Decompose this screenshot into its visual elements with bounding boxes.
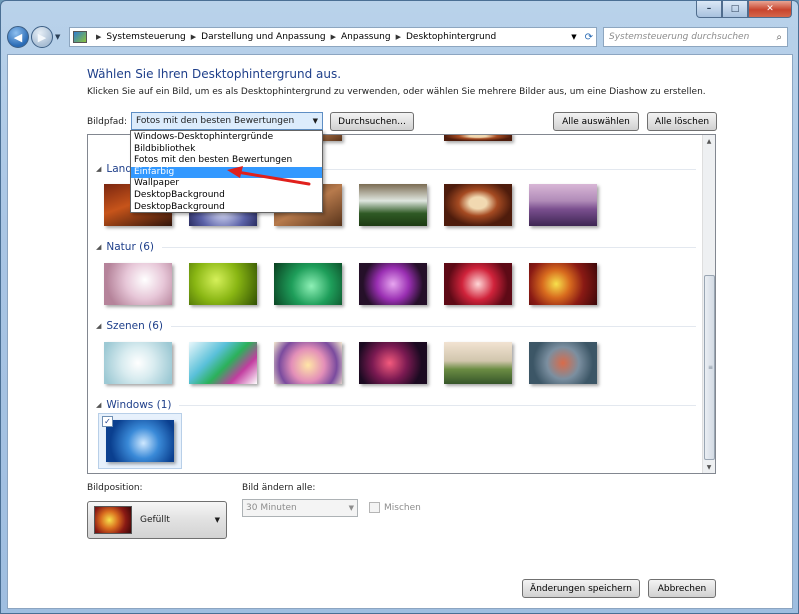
- group-title: Windows (1): [106, 399, 172, 411]
- wallpaper-thumbnail[interactable]: [104, 342, 172, 384]
- group-divider: [171, 325, 696, 327]
- wallpaper-thumbnail[interactable]: [444, 135, 512, 141]
- picture-position-value: Gefüllt: [140, 515, 170, 525]
- grip-icon: ≡: [708, 364, 714, 371]
- chevron-right-icon[interactable]: ▶: [191, 33, 196, 41]
- window-frame: – □ ✕ ◀ ▶ ▼ ▶ Systemsteuerung ▶ Darstell…: [0, 0, 799, 614]
- wallpaper-thumbnail[interactable]: [444, 342, 512, 384]
- group-szenen[interactable]: ◢ Szenen (6): [96, 320, 696, 332]
- change-interval-value: 30 Minuten: [246, 503, 297, 513]
- group-divider: [179, 404, 696, 406]
- search-input[interactable]: Systemsteuerung durchsuchen: [609, 32, 776, 42]
- wallpaper-thumbnail[interactable]: [444, 184, 512, 226]
- recent-pages-dropdown[interactable]: ▼: [55, 33, 65, 41]
- change-interval-dropdown: 30 Minuten ▼: [242, 499, 358, 517]
- scrollbar-thumb[interactable]: ≡: [704, 275, 715, 460]
- group-natur[interactable]: ◢ Natur (6): [96, 241, 696, 253]
- scroll-up-icon[interactable]: ▲: [703, 135, 715, 147]
- maximize-button[interactable]: □: [722, 1, 748, 18]
- dropdown-option[interactable]: Bildbibliothek: [131, 144, 322, 156]
- collapse-triangle-icon[interactable]: ◢: [96, 165, 101, 173]
- shuffle-checkbox: [369, 502, 380, 513]
- chevron-right-icon[interactable]: ▶: [331, 33, 336, 41]
- wallpaper-thumbnail[interactable]: [189, 342, 257, 384]
- wallpaper-thumbnail[interactable]: [359, 184, 427, 226]
- chevron-right-icon: ▶: [96, 33, 102, 41]
- change-interval-label: Bild ändern alle:: [242, 483, 316, 493]
- picture-location-label: Bildpfad:: [87, 117, 128, 127]
- wallpaper-thumbnail[interactable]: [359, 263, 427, 305]
- back-button[interactable]: ◀: [7, 26, 29, 48]
- arrow-left-icon: ◀: [13, 30, 23, 44]
- wallpaper-thumbnail[interactable]: [529, 184, 597, 226]
- breadcrumb-desktophintergrund[interactable]: Desktophintergrund: [406, 32, 496, 42]
- natur-thumbs: [104, 263, 597, 305]
- minimize-button[interactable]: –: [696, 1, 722, 18]
- address-bar[interactable]: ▶ Systemsteuerung ▶ Darstellung und Anpa…: [69, 27, 597, 47]
- caption-buttons: – □ ✕: [696, 1, 792, 19]
- chevron-right-icon[interactable]: ▶: [396, 33, 401, 41]
- search-icon[interactable]: ⌕: [776, 32, 782, 43]
- picture-location-combobox[interactable]: Fotos mit den besten Bewertungen ▼: [131, 112, 323, 130]
- wallpaper-thumbnail[interactable]: [529, 342, 597, 384]
- dropdown-option[interactable]: DesktopBackground: [131, 202, 322, 214]
- clear-all-button[interactable]: Alle löschen: [647, 112, 717, 131]
- control-panel-icon: [73, 31, 87, 43]
- group-title: Natur (6): [106, 241, 154, 253]
- shuffle-option: Mischen: [369, 502, 421, 513]
- vertical-scrollbar[interactable]: ▲ ≡ ▼: [702, 135, 715, 473]
- dropdown-option[interactable]: Windows-Desktophintergründe: [131, 132, 322, 144]
- collapse-triangle-icon[interactable]: ◢: [96, 322, 101, 330]
- group-divider: [161, 246, 696, 248]
- picture-position-label: Bildposition:: [87, 483, 143, 493]
- save-changes-button[interactable]: Änderungen speichern: [522, 579, 640, 598]
- collapse-triangle-icon[interactable]: ◢: [96, 243, 101, 251]
- close-button[interactable]: ✕: [748, 1, 792, 18]
- refresh-icon[interactable]: ⟳: [585, 32, 593, 43]
- page-title: Wählen Sie Ihren Desktophintergrund aus.: [87, 67, 342, 81]
- chevron-down-icon: ▼: [312, 117, 318, 125]
- picture-location-value: Fotos mit den besten Bewertungen: [136, 116, 295, 126]
- collapse-triangle-icon[interactable]: ◢: [96, 401, 101, 409]
- wallpaper-thumbnail[interactable]: [189, 263, 257, 305]
- chevron-down-icon: ▼: [55, 33, 61, 41]
- annotation-arrow-icon: [227, 166, 311, 186]
- szenen-thumbs: [104, 342, 597, 384]
- browse-button[interactable]: Durchsuchen...: [330, 112, 414, 131]
- scroll-down-icon[interactable]: ▼: [703, 461, 715, 473]
- breadcrumb-anpassung[interactable]: Anpassung: [341, 32, 391, 42]
- wallpaper-thumbnail[interactable]: [106, 420, 174, 462]
- wallpaper-thumbnail[interactable]: [274, 342, 342, 384]
- wallpaper-thumbnail[interactable]: [529, 263, 597, 305]
- position-preview-thumbnail: [94, 506, 132, 534]
- chevron-down-icon: ▼: [348, 504, 354, 512]
- arrow-right-icon: ▶: [37, 30, 47, 44]
- picture-position-dropdown[interactable]: Gefüllt ▼: [87, 501, 227, 539]
- selection-checkbox[interactable]: ✓: [102, 416, 113, 427]
- wallpaper-thumbnail[interactable]: [104, 263, 172, 305]
- content-pane: Wählen Sie Ihren Desktophintergrund aus.…: [7, 54, 793, 609]
- forward-button[interactable]: ▶: [31, 26, 53, 48]
- shuffle-label: Mischen: [384, 502, 421, 513]
- wallpaper-thumbnail[interactable]: [359, 342, 427, 384]
- select-all-button[interactable]: Alle auswählen: [553, 112, 639, 131]
- search-box[interactable]: Systemsteuerung durchsuchen ⌕: [603, 27, 788, 47]
- address-history-dropdown-icon[interactable]: ▼: [571, 33, 576, 41]
- group-windows[interactable]: ◢ Windows (1): [96, 399, 696, 411]
- navigation-bar: ◀ ▶ ▼ ▶ Systemsteuerung ▶ Darstellung un…: [7, 23, 792, 51]
- cancel-button[interactable]: Abbrechen: [648, 579, 716, 598]
- dropdown-option[interactable]: DesktopBackground: [131, 190, 322, 202]
- windows-wallpaper-selected[interactable]: ✓: [98, 413, 182, 469]
- wallpaper-thumbnail[interactable]: [444, 263, 512, 305]
- breadcrumb-systemsteuerung[interactable]: Systemsteuerung: [106, 32, 185, 42]
- chevron-down-icon: ▼: [214, 516, 220, 524]
- breadcrumb-darstellung[interactable]: Darstellung und Anpassung: [201, 32, 325, 42]
- group-title: Szenen (6): [106, 320, 164, 332]
- page-instructions: Klicken Sie auf ein Bild, um es als Desk…: [87, 87, 706, 97]
- wallpaper-thumbnail[interactable]: [274, 263, 342, 305]
